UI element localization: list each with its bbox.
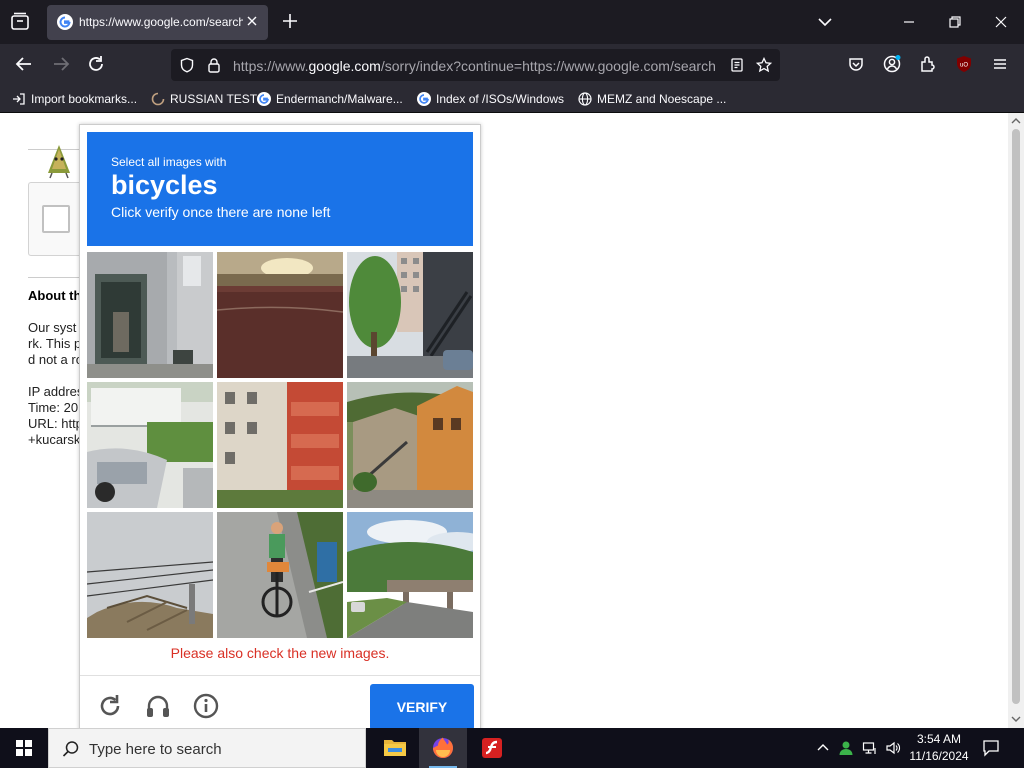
bookmark-endermanch[interactable]: Endermanch/Malware...: [257, 90, 403, 108]
ublock-icon[interactable]: uO: [954, 54, 974, 74]
file-explorer-app[interactable]: [371, 728, 419, 768]
svg-text:uO: uO: [960, 63, 968, 69]
about-text-line: rk. This p: [28, 336, 82, 351]
image-tile-9[interactable]: [347, 512, 473, 638]
folder-icon: [384, 740, 406, 756]
new-tab-icon[interactable]: [280, 11, 300, 31]
firefox-icon: [433, 737, 453, 758]
google-icon: [257, 92, 271, 106]
account-icon[interactable]: [882, 54, 902, 74]
network-icon[interactable]: [862, 740, 878, 756]
about-text-line: Our syst: [28, 320, 77, 335]
tab-bar: https://www.google.com/search?q=...: [0, 0, 1024, 44]
image-tile-3[interactable]: [347, 252, 473, 378]
robot-logo-icon: [48, 145, 70, 179]
image-tile-5[interactable]: [217, 382, 343, 508]
pocket-icon[interactable]: [846, 54, 866, 74]
close-window-icon[interactable]: [991, 12, 1011, 32]
reload-icon[interactable]: [85, 53, 107, 75]
restore-icon[interactable]: [945, 12, 965, 32]
ip-address-line: IP addres: [28, 384, 84, 399]
lock-icon[interactable]: [206, 57, 222, 73]
challenge-footer: VERIFY: [80, 675, 480, 728]
scroll-down-icon[interactable]: [1011, 714, 1021, 724]
close-tab-icon[interactable]: [244, 13, 260, 29]
back-icon[interactable]: [13, 53, 35, 75]
about-text-line: d not a ro: [28, 352, 83, 367]
reader-view-icon[interactable]: [729, 57, 745, 73]
bookmark-index-isos[interactable]: Index of /ISOs/Windows: [417, 90, 564, 108]
search-placeholder: Type here to search: [89, 741, 222, 758]
image-tile-4[interactable]: [87, 382, 213, 508]
bookmark-russian-test[interactable]: RUSSIAN TEST: [151, 90, 257, 108]
taskbar: Type here to search 3:54 AM 11/16/2024: [0, 728, 1024, 768]
notification-icon[interactable]: [982, 739, 1000, 757]
scrollbar-thumb[interactable]: [1012, 129, 1020, 704]
challenge-header: Select all images with bicycles Click ve…: [87, 132, 473, 246]
windows-start-icon[interactable]: [0, 728, 48, 768]
about-heading: About th: [28, 288, 82, 303]
menu-icon[interactable]: [990, 54, 1010, 74]
shield-icon[interactable]: [179, 57, 195, 73]
recaptcha-challenge: Select all images with bicycles Click ve…: [79, 124, 481, 728]
bookmark-star-icon[interactable]: [756, 57, 772, 73]
bookmark-memz[interactable]: MEMZ and Noescape ...: [578, 90, 726, 108]
google-icon: [417, 92, 431, 106]
not-robot-checkbox[interactable]: [42, 205, 70, 233]
firefox-app[interactable]: [419, 728, 467, 768]
challenge-prefix: Select all images with: [111, 155, 227, 169]
navigation-bar: https://www.google.com/sorry/index?conti…: [0, 44, 1024, 86]
google-icon: [57, 14, 73, 30]
taskbar-search[interactable]: Type here to search: [48, 728, 366, 768]
forward-icon[interactable]: [50, 53, 72, 75]
flash-icon: [482, 738, 502, 758]
image-tile-7[interactable]: [87, 512, 213, 638]
image-tile-2[interactable]: [217, 252, 343, 378]
reload-challenge-icon[interactable]: [96, 692, 124, 720]
chevron-up-icon[interactable]: [815, 740, 831, 756]
user-status-icon[interactable]: [838, 740, 854, 756]
chevron-down-icon[interactable]: [815, 12, 835, 32]
challenge-error-message: Please also check the new images.: [170, 645, 390, 661]
challenge-target: bicycles: [111, 170, 218, 200]
audio-challenge-icon[interactable]: [144, 692, 172, 720]
minimize-icon[interactable]: [899, 12, 919, 32]
verify-button[interactable]: VERIFY: [370, 684, 474, 728]
system-clock[interactable]: 3:54 AM 11/16/2024: [906, 731, 972, 765]
image-tile-8[interactable]: [217, 512, 343, 638]
extensions-icon[interactable]: [918, 54, 938, 74]
scroll-up-icon[interactable]: [1011, 116, 1021, 126]
import-icon: [13, 93, 25, 105]
bookmark-import[interactable]: Import bookmarks...: [12, 90, 137, 108]
volume-icon[interactable]: [885, 740, 901, 756]
image-tile-6[interactable]: [347, 382, 473, 508]
search-icon: [62, 741, 79, 757]
info-icon[interactable]: [192, 692, 220, 720]
tab-title: https://www.google.com/search?q=...: [79, 15, 243, 29]
clock-time: 3:54 AM: [916, 732, 962, 746]
bookmarks-toolbar: Import bookmarks... RUSSIAN TEST Enderma…: [0, 86, 1024, 113]
address-bar[interactable]: https://www.google.com/sorry/index?conti…: [171, 49, 780, 81]
clock-date: 11/16/2024: [909, 749, 969, 763]
page-content: About th Our syst rk. This p d not a ro …: [0, 113, 1008, 728]
challenge-instructions: Click verify once there are none left: [111, 204, 331, 220]
image-grid: [87, 252, 473, 638]
page-scrollbar[interactable]: [1008, 113, 1024, 728]
active-tab[interactable]: https://www.google.com/search?q=...: [47, 5, 268, 40]
tab-list-icon[interactable]: [8, 10, 32, 34]
globe-icon: [578, 92, 592, 106]
loading-icon: [151, 92, 165, 106]
image-tile-1[interactable]: [87, 252, 213, 378]
url-text[interactable]: https://www.google.com/sorry/index?conti…: [233, 58, 718, 74]
url-line-continued: +kucarsk: [28, 432, 81, 447]
time-line: Time: 20: [28, 400, 79, 415]
flash-app[interactable]: [468, 728, 516, 768]
url-line: URL: http: [28, 416, 83, 431]
